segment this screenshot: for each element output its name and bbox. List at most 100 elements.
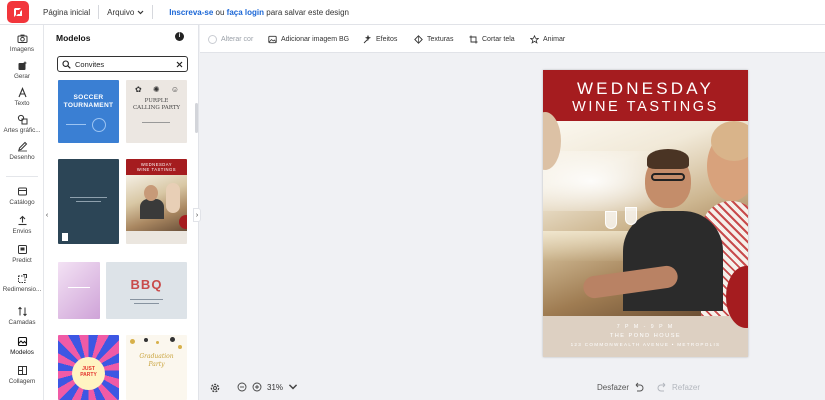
canvas-photo[interactable] — [543, 121, 748, 316]
image-icon — [268, 35, 277, 43]
zoom-in-icon[interactable] — [252, 382, 262, 392]
undo-label: Desfazer — [597, 383, 630, 392]
decor-line — [142, 122, 170, 123]
add-bg-image-button[interactable]: Adicionar imagem BG — [268, 25, 349, 53]
rail-item-label: Gerar — [13, 73, 31, 80]
canvas-footer-venue[interactable]: THE POND HOUSE — [543, 333, 748, 339]
close-icon[interactable] — [176, 61, 183, 68]
redo-button[interactable]: Refazer — [657, 382, 700, 393]
zoom-value[interactable]: 31% — [267, 383, 283, 392]
shapes-icon — [17, 114, 27, 125]
rail-item-resize[interactable]: Redimensio... — [0, 273, 44, 293]
photo-wine-glass — [605, 211, 617, 229]
crop-canvas-button[interactable]: Cortar tela — [469, 25, 515, 53]
decor-line — [66, 124, 86, 125]
template-title: WEDNESDAY WINE TASTINGS — [126, 159, 187, 175]
search-box[interactable]: Convites — [57, 56, 188, 72]
upload-icon — [18, 215, 26, 226]
photo-man-hair — [647, 149, 689, 169]
rail-item-label: Artes gráfic... — [3, 127, 41, 134]
camera-icon — [17, 34, 27, 43]
info-icon[interactable]: i — [175, 32, 184, 41]
panel-title: Modelos — [56, 33, 91, 43]
divider — [98, 5, 100, 19]
rail-item-label: Imagens — [9, 46, 35, 53]
textures-button[interactable]: Texturas — [414, 25, 453, 53]
login-link[interactable]: faça login — [227, 8, 264, 17]
template-bbq[interactable]: BBQ — [106, 262, 187, 319]
effects-button[interactable]: Efeitos — [363, 25, 397, 53]
decor-line — [134, 303, 159, 304]
file-menu-label: Arquivo — [107, 7, 135, 17]
template-soccer-tournament[interactable]: SOCCER TOURNAMENT — [58, 80, 119, 143]
panel-scrollbar[interactable] — [195, 103, 198, 133]
star-icon — [530, 34, 539, 44]
rail-item-layers[interactable]: Camadas — [0, 306, 44, 326]
catalog-icon — [17, 187, 27, 196]
collapse-panel-button[interactable]: › — [193, 208, 201, 222]
chevron-down-icon[interactable] — [288, 382, 298, 392]
template-title-line: CALLING PARTY — [132, 105, 181, 111]
canvas-title-line1[interactable]: WEDNESDAY — [543, 79, 748, 99]
rail-item-text[interactable]: Texto — [0, 87, 44, 107]
zoom-controls: 31% — [237, 382, 298, 392]
rail-item-predict[interactable]: Predict — [0, 244, 44, 264]
search-input[interactable]: Convites — [75, 60, 176, 69]
templates-panel: Modelos i Convites SOCCER TOURNAMENT ✿ ✺ ☺… — [44, 25, 199, 400]
rail-item-collage[interactable]: Collagem — [0, 365, 44, 385]
animate-button[interactable]: Animar — [530, 25, 565, 53]
soccer-ball-icon — [92, 118, 106, 132]
redo-icon — [657, 382, 666, 392]
rail-item-label: Texto — [14, 100, 30, 107]
top-bar: Página inicial Arquivo Inscreva-se ou fa… — [0, 0, 825, 25]
undo-button[interactable]: Desfazer — [597, 382, 644, 393]
rail-item-label: Modelos — [10, 349, 34, 356]
signup-link[interactable]: Inscreva-se — [169, 8, 213, 17]
rail-item-label: Desenho — [9, 154, 35, 161]
rail-item-label: Redimensio... — [2, 286, 42, 293]
change-color-button[interactable]: Alterar cor — [208, 25, 253, 53]
chevron-left-icon[interactable]: ‹ — [43, 208, 51, 222]
decor-line — [68, 287, 90, 288]
photo-man-body — [623, 211, 723, 311]
pencil-icon — [17, 141, 27, 152]
rail-item-templates[interactable]: Modelos — [0, 336, 44, 356]
file-menu[interactable]: Arquivo — [107, 8, 144, 17]
search-icon — [62, 59, 71, 69]
collage-icon — [17, 366, 27, 375]
tool-label: Texturas — [427, 35, 454, 43]
template-title-line: PARTY — [80, 372, 97, 378]
rail-item-generate[interactable]: Gerar — [0, 60, 44, 80]
app-logo[interactable] — [7, 1, 29, 23]
rail-item-uploads[interactable]: Envios — [0, 215, 44, 235]
rail-divider — [6, 176, 38, 177]
rail-item-label: Collagem — [8, 378, 36, 385]
home-link[interactable]: Página inicial — [43, 8, 90, 17]
divider — [152, 5, 154, 19]
settings-gear-icon[interactable] — [209, 382, 221, 394]
rail-item-label: Predict — [12, 257, 32, 264]
template-title-line: Graduation — [139, 353, 174, 360]
template-lilac[interactable] — [58, 262, 100, 319]
design-canvas[interactable]: WEDNESDAY WINE TASTINGS 7 P M - 9 P M TH… — [543, 70, 748, 357]
template-wine-tastings[interactable]: WEDNESDAY WINE TASTINGS — [126, 159, 187, 244]
rail-item-label: Envios — [12, 228, 32, 235]
canvas-footer-address[interactable]: 123 COMMONWEALTH AVENUE • METROPOLIS — [543, 342, 748, 347]
template-party[interactable]: ✿ ✺ ☺ PURPLE CALLING PARTY — [126, 80, 187, 143]
rail-item-draw[interactable]: Desenho — [0, 141, 44, 161]
templates-icon — [17, 336, 27, 347]
canvas-title-line2[interactable]: WINE TASTINGS — [543, 99, 748, 115]
decor-dot — [130, 339, 135, 344]
editor-toolbar: Alterar cor Adicionar imagem BG Efeitos … — [200, 25, 825, 53]
template-graduation-party[interactable]: Graduation Party — [126, 335, 187, 400]
zoom-out-icon[interactable] — [237, 382, 247, 392]
document-icon — [62, 233, 68, 241]
template-dark-blue[interactable] — [58, 159, 119, 244]
effects-icon — [363, 34, 372, 43]
rail-item-catalog[interactable]: Catálogo — [0, 186, 44, 206]
canvas-footer-time[interactable]: 7 P M - 9 P M — [543, 324, 748, 330]
rail-item-images[interactable]: Imagens — [0, 33, 44, 53]
rail-item-graphics[interactable]: Artes gráfic... — [0, 114, 44, 134]
decor-line — [130, 299, 163, 300]
template-swirl-party[interactable]: JUST PARTY — [58, 335, 119, 400]
